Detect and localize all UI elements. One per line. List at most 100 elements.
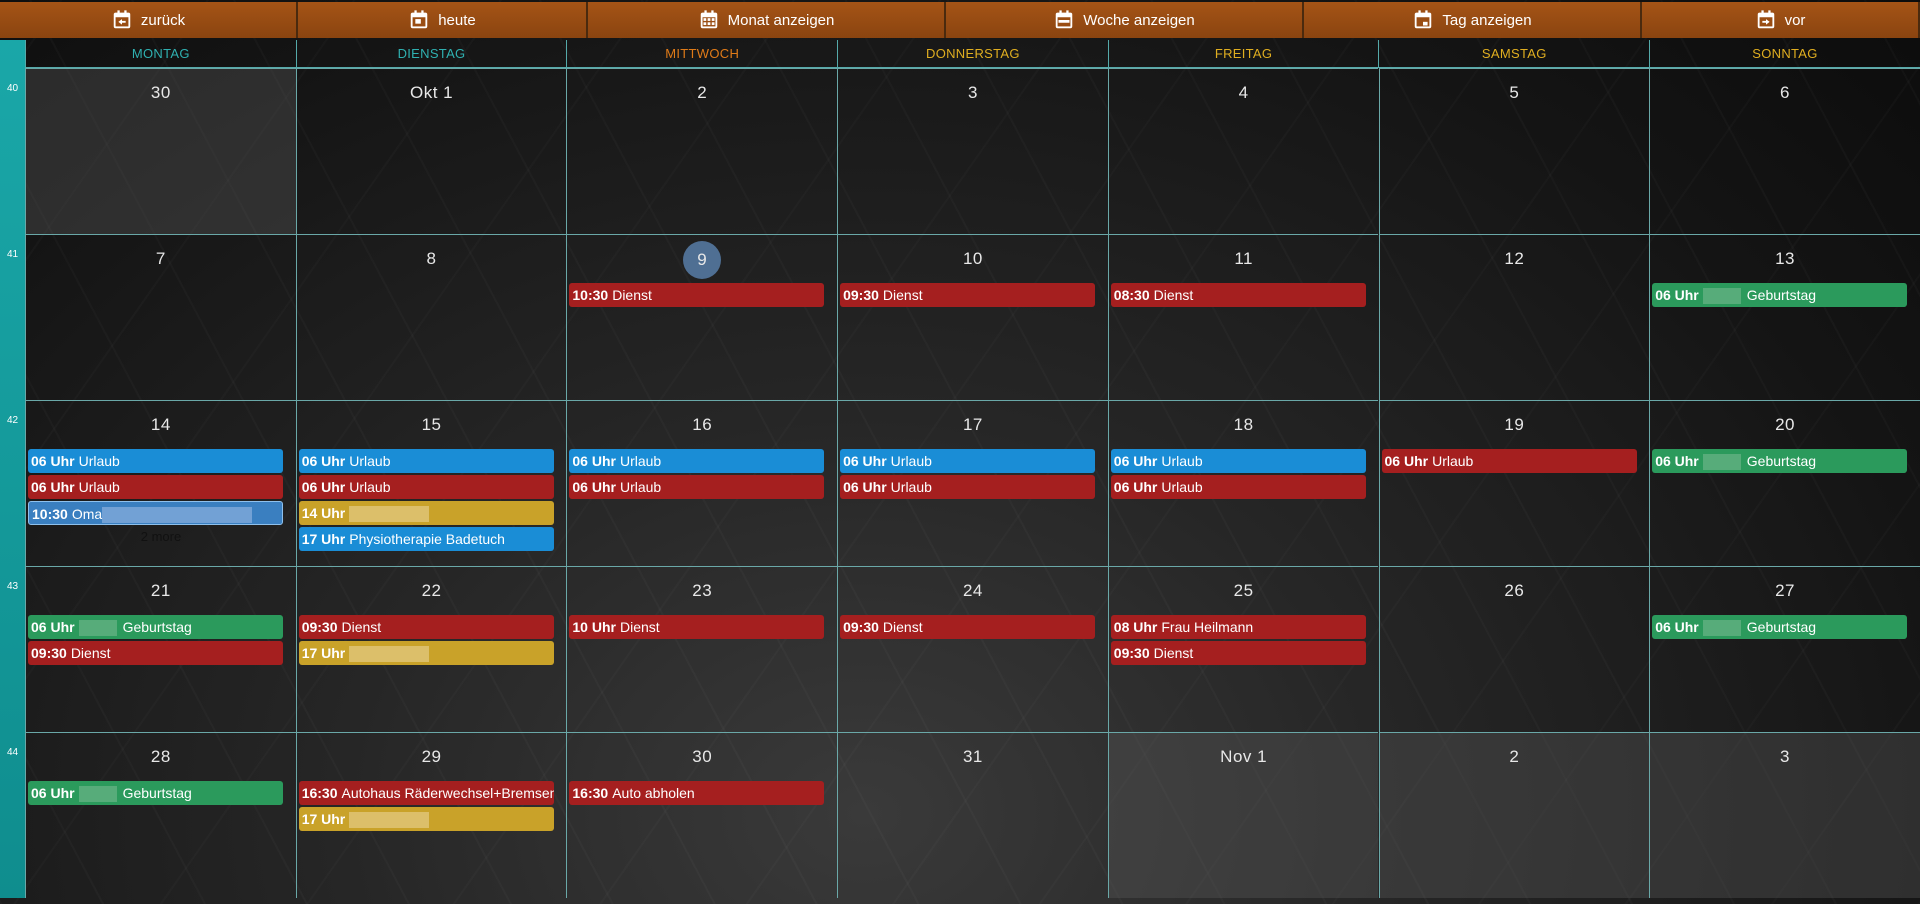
calendar-event[interactable]: 06 Uhr Urlaub (840, 449, 1096, 473)
calendar-event[interactable]: 06 Uhr Urlaub (1110, 449, 1366, 473)
toolbar-button-5[interactable]: vor (1642, 2, 1920, 38)
date-number[interactable]: 29 (297, 747, 567, 767)
calendar-event[interactable]: 06 Uhr Urlaub (569, 449, 825, 473)
day-cell[interactable]: 3 (837, 68, 1108, 234)
calendar-event[interactable]: 08:30 Dienst (1110, 283, 1366, 307)
day-cell[interactable]: 16 06 Uhr Urlaub 06 Uhr Urlaub (566, 400, 838, 566)
date-number[interactable]: 2 (1380, 747, 1650, 767)
date-number[interactable]: 20 (1650, 415, 1920, 435)
day-cell[interactable]: 31 (837, 732, 1108, 898)
day-cell[interactable]: 12 (1378, 234, 1650, 400)
calendar-event[interactable]: 09:30 Dienst (840, 615, 1096, 639)
date-number[interactable]: Okt 1 (297, 83, 567, 103)
day-cell[interactable]: 11 08:30 Dienst (1107, 234, 1379, 400)
day-cell[interactable]: 2 (566, 68, 838, 234)
date-number[interactable]: 15 (297, 415, 567, 435)
date-number[interactable]: 14 (26, 415, 296, 435)
toolbar-button-2[interactable]: Monat anzeigen (588, 2, 946, 38)
date-number[interactable]: 21 (26, 581, 296, 601)
day-cell[interactable]: 29 16:30 Autohaus Räderwechsel+Bremsen 17 U… (295, 732, 567, 898)
more-events-link[interactable]: 2 more (26, 529, 296, 544)
calendar-event[interactable]: 08 Uhr Frau Heilmann (1110, 615, 1366, 639)
date-number[interactable]: 8 (297, 249, 567, 269)
date-number[interactable]: 22 (297, 581, 567, 601)
day-cell[interactable]: Okt 1 (295, 68, 567, 234)
date-number[interactable]: 7 (26, 249, 296, 269)
day-cell[interactable]: 18 06 Uhr Urlaub 06 Uhr Urlaub (1107, 400, 1379, 566)
date-number[interactable]: 24 (838, 581, 1108, 601)
date-number[interactable]: 30 (26, 83, 296, 103)
date-number[interactable]: 6 (1650, 83, 1920, 103)
day-cell[interactable]: 23 10 Uhr Dienst (566, 566, 838, 732)
day-cell[interactable]: 4 (1107, 68, 1379, 234)
day-cell[interactable]: 27 06 Uhr Geburtstag (1649, 566, 1920, 732)
calendar-event[interactable]: 09:30 Dienst (1110, 641, 1366, 665)
calendar-event[interactable]: 06 Uhr Geburtstag (1652, 283, 1908, 307)
day-cell[interactable]: 28 06 Uhr Geburtstag (25, 732, 296, 898)
day-cell[interactable]: 13 06 Uhr Geburtstag (1649, 234, 1920, 400)
day-cell[interactable]: 20 06 Uhr Geburtstag (1649, 400, 1920, 566)
date-number[interactable]: 12 (1380, 249, 1650, 269)
date-number[interactable]: Nov 1 (1109, 747, 1379, 767)
date-number[interactable]: 28 (26, 747, 296, 767)
calendar-event[interactable]: 09:30 Dienst (298, 615, 554, 639)
calendar-event[interactable]: 09:30 Dienst (840, 283, 1096, 307)
day-cell[interactable]: 17 06 Uhr Urlaub 06 Uhr Urlaub (837, 400, 1108, 566)
calendar-event[interactable]: 17 Uhr (298, 641, 554, 665)
date-number[interactable]: 2 (567, 83, 837, 103)
day-cell[interactable]: 30 16:30 Auto abholen (566, 732, 838, 898)
day-cell[interactable]: 2 (1378, 732, 1650, 898)
day-cell[interactable]: 10 09:30 Dienst (837, 234, 1108, 400)
calendar-event[interactable]: 06 Uhr Geburtstag (1652, 449, 1908, 473)
day-cell[interactable]: 30 (25, 68, 296, 234)
day-cell[interactable]: 9 10:30 Dienst (566, 234, 838, 400)
calendar-event[interactable]: 16:30 Auto abholen (569, 781, 825, 805)
calendar-event[interactable]: 17 Uhr (298, 807, 554, 831)
date-number[interactable]: 10 (838, 249, 1108, 269)
today-date-number[interactable]: 9 (683, 241, 722, 279)
calendar-event[interactable]: 06 Uhr Urlaub (1381, 449, 1637, 473)
date-number[interactable]: 27 (1650, 581, 1920, 601)
date-number[interactable]: 19 (1380, 415, 1650, 435)
calendar-event[interactable]: 14 Uhr (298, 501, 554, 525)
day-cell[interactable]: 26 (1378, 566, 1650, 732)
date-number[interactable]: 4 (1109, 83, 1379, 103)
date-number[interactable]: 11 (1109, 249, 1379, 269)
calendar-event[interactable]: 09:30 Dienst (28, 641, 283, 665)
calendar-event[interactable]: 06 Uhr Urlaub (840, 475, 1096, 499)
date-number[interactable]: 18 (1109, 415, 1379, 435)
calendar-event[interactable]: 06 Uhr Urlaub (1110, 475, 1366, 499)
calendar-event[interactable]: 06 Uhr Geburtstag (1652, 615, 1908, 639)
date-number[interactable]: 16 (567, 415, 837, 435)
date-number[interactable]: 26 (1380, 581, 1650, 601)
calendar-event[interactable]: 06 Uhr Geburtstag (28, 615, 283, 639)
date-number[interactable]: 31 (838, 747, 1108, 767)
date-number[interactable]: 30 (567, 747, 837, 767)
calendar-event[interactable]: 06 Uhr Urlaub (569, 475, 825, 499)
day-cell[interactable]: 6 (1649, 68, 1920, 234)
calendar-event[interactable]: 06 Uhr Urlaub (298, 449, 554, 473)
toolbar-button-4[interactable]: Tag anzeigen (1304, 2, 1642, 38)
date-number[interactable]: 23 (567, 581, 837, 601)
date-number[interactable]: 17 (838, 415, 1108, 435)
day-cell[interactable]: 15 06 Uhr Urlaub 06 Uhr Urlaub 14 Uhr 17 Uhr Ph… (295, 400, 567, 566)
day-cell[interactable]: 8 (295, 234, 567, 400)
date-number[interactable]: 13 (1650, 249, 1920, 269)
calendar-event[interactable]: 06 Uhr Urlaub (298, 475, 554, 499)
calendar-event[interactable]: 17 Uhr Physiotherapie Badetuch (298, 527, 554, 551)
date-number[interactable]: 5 (1380, 83, 1650, 103)
day-cell[interactable]: 22 09:30 Dienst 17 Uhr (295, 566, 567, 732)
calendar-event[interactable]: 10 Uhr Dienst (569, 615, 825, 639)
day-cell[interactable]: 14 06 Uhr Urlaub 06 Uhr Urlaub 10:30 Oma 2 more (25, 400, 296, 566)
date-number[interactable]: 25 (1109, 581, 1379, 601)
toolbar-button-3[interactable]: Woche anzeigen (946, 2, 1304, 38)
calendar-event[interactable]: 06 Uhr Urlaub (28, 449, 283, 473)
calendar-event[interactable]: 06 Uhr Geburtstag (28, 781, 283, 805)
day-cell[interactable]: 21 06 Uhr Geburtstag 09:30 Dienst (25, 566, 296, 732)
calendar-event[interactable]: 10:30 Dienst (569, 283, 825, 307)
day-cell[interactable]: 7 (25, 234, 296, 400)
toolbar-button-1[interactable]: heute (298, 2, 588, 38)
day-cell[interactable]: 24 09:30 Dienst (837, 566, 1108, 732)
day-cell[interactable]: 5 (1378, 68, 1650, 234)
calendar-event[interactable]: 06 Uhr Urlaub (28, 475, 283, 499)
